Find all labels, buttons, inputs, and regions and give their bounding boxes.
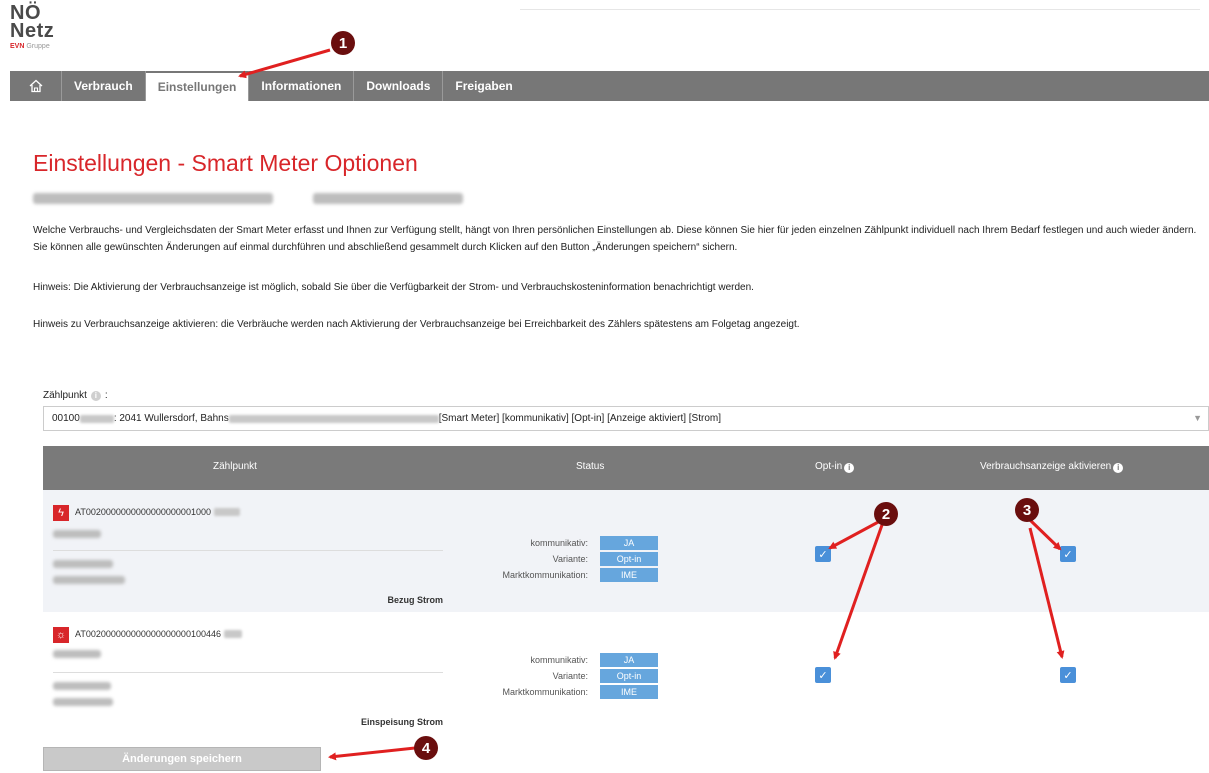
redacted-text: [53, 530, 101, 538]
nav-home[interactable]: [10, 71, 62, 101]
status-label: Marktkommunikation:: [502, 687, 588, 697]
zaehlpunkt-label: Zählpunkt i:: [43, 390, 108, 401]
redacted-text: [213, 508, 240, 516]
optin-checkbox[interactable]: ✓: [815, 546, 831, 562]
select-value-suffix: [Smart Meter] [kommunikativ] [Opt-in] [A…: [438, 413, 722, 424]
meter-type: Bezug Strom: [387, 595, 443, 605]
annotation-marker-4: 4: [414, 736, 438, 760]
header-optin: Opt-in i: [815, 461, 855, 473]
chevron-down-icon[interactable]: ▼: [1193, 413, 1202, 423]
customer-info-redacted: [33, 193, 463, 204]
header-zaehlpunkt: Zählpunkt: [213, 461, 257, 472]
header-divider: [520, 9, 1200, 10]
select-value-address: : 2041 Wullersdorf, Bahns: [113, 413, 229, 424]
card-divider: [53, 550, 443, 551]
solar-feed-in-icon: ☼: [53, 627, 69, 643]
logo-group: Gruppe: [26, 43, 50, 50]
main-navigation: Verbrauch Einstellungen Informationen Do…: [10, 71, 1209, 101]
status-label: Marktkommunikation:: [502, 570, 588, 580]
annotation-marker-3: 3: [1015, 498, 1039, 522]
annotation-marker-2: 2: [874, 502, 898, 526]
redacted-text: [53, 560, 113, 568]
status-block: kommunikativ: JA Variante: Opt-in Marktkom…: [488, 535, 658, 583]
description-text: Welche Verbrauchs- und Vergleichsdaten d…: [33, 225, 1197, 253]
tab-einstellungen[interactable]: Einstellungen: [145, 71, 250, 101]
meter-point-id: AT0020000000000000000001000: [75, 507, 240, 517]
zaehlpunkt-label-text: Zählpunkt: [43, 390, 87, 401]
electricity-consumption-icon: ϟ: [53, 505, 69, 521]
status-block: kommunikativ: JA Variante: Opt-in Marktkom…: [488, 652, 658, 700]
optin-checkbox[interactable]: ✓: [815, 667, 831, 683]
card-divider: [53, 672, 443, 673]
status-badge: Opt-in: [600, 552, 658, 566]
tab-freigaben[interactable]: Freigaben: [443, 71, 524, 101]
status-badge: JA: [600, 536, 658, 550]
save-changes-button[interactable]: Änderungen speichern: [43, 747, 321, 771]
tab-downloads[interactable]: Downloads: [354, 71, 444, 101]
status-badge: IME: [600, 685, 658, 699]
logo-subtitle: EVN Gruppe: [10, 43, 54, 50]
tab-informationen[interactable]: Informationen: [249, 71, 355, 101]
header-anzeige-label: Verbrauchsanzeige aktivieren: [980, 461, 1112, 472]
anzeige-checkbox[interactable]: ✓: [1060, 546, 1076, 562]
status-badge: Opt-in: [600, 669, 658, 683]
status-badge: IME: [600, 568, 658, 582]
status-label: Variante:: [552, 671, 588, 681]
table-header: Zählpunkt Status Opt-in i Verbrauchsanzei…: [43, 446, 1209, 490]
noe-netz-logo[interactable]: NÖ Netz EVN Gruppe: [10, 3, 55, 50]
info-icon[interactable]: i: [90, 390, 101, 401]
header-status: Status: [576, 461, 605, 472]
logo-brand: EVN: [10, 43, 25, 50]
redacted-text: [53, 698, 113, 706]
redacted-text: [79, 414, 114, 423]
redacted-customer-name: [33, 193, 273, 204]
info-icon[interactable]: i: [1113, 462, 1124, 473]
meter-type: Einspeisung Strom: [360, 717, 443, 727]
annotation-marker-1: 1: [331, 31, 355, 55]
redacted-customer-number: [313, 193, 463, 204]
redacted-text: [228, 414, 439, 423]
zaehlpunkt-select[interactable]: 00100 : 2041 Wullersdorf, Bahns [Smart M…: [43, 406, 1209, 431]
redacted-text: [53, 576, 125, 584]
redacted-text: [53, 650, 101, 658]
table-row: ☼ AT002000000000000000000100446 Einspeis…: [43, 612, 1209, 734]
hint-activation: Hinweis: Die Aktivierung der Verbrauchsa…: [33, 282, 754, 293]
header-optin-label: Opt-in: [815, 461, 843, 472]
status-label: Variante:: [552, 554, 588, 564]
anzeige-checkbox[interactable]: ✓: [1060, 667, 1076, 683]
redacted-text: [53, 682, 111, 690]
header-anzeige: Verbrauchsanzeige aktivieren i: [980, 461, 1124, 473]
status-label: kommunikativ:: [530, 655, 588, 665]
redacted-text: [223, 630, 242, 638]
logo-line2: Netz: [10, 20, 55, 42]
tab-verbrauch[interactable]: Verbrauch: [62, 71, 146, 101]
status-badge: JA: [600, 653, 658, 667]
status-label: kommunikativ:: [530, 538, 588, 548]
meter-point-id: AT002000000000000000000100446: [75, 629, 242, 639]
meter-point-id-text: AT002000000000000000000100446: [75, 629, 221, 639]
info-icon[interactable]: i: [844, 462, 855, 473]
meter-point-id-text: AT0020000000000000000001000: [75, 507, 211, 517]
home-icon: [29, 79, 42, 93]
page-title: Einstellungen - Smart Meter Optionen: [33, 150, 418, 176]
hint-display: Hinweis zu Verbrauchsanzeige aktivieren:…: [33, 319, 800, 330]
select-value-prefix: 00100: [52, 413, 80, 424]
